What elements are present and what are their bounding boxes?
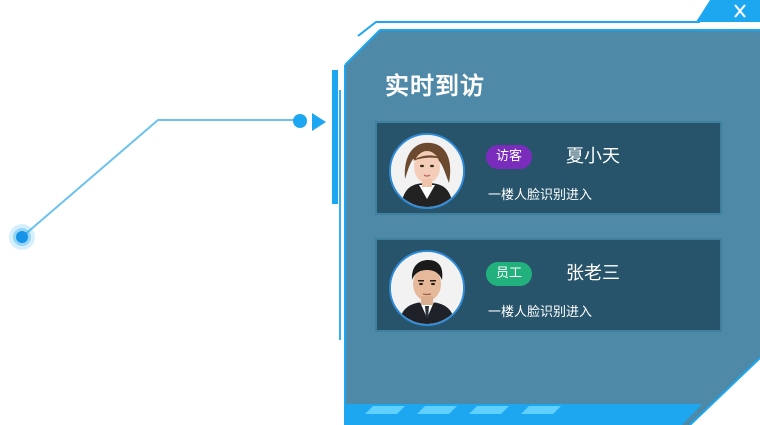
visitor-name: 夏小天 bbox=[566, 146, 620, 167]
connector-end-dot bbox=[293, 114, 307, 128]
left-accent-bar bbox=[332, 70, 338, 204]
avatar bbox=[389, 133, 465, 209]
visit-detail: 一楼人脸识别进入 bbox=[488, 188, 593, 203]
visit-detail: 一楼人脸识别进入 bbox=[488, 305, 593, 320]
visit-card[interactable]: 访客 夏小天 一楼人脸识别进入 bbox=[375, 121, 722, 215]
close-button[interactable] bbox=[728, 1, 752, 21]
connector-line bbox=[21, 119, 300, 238]
visit-card[interactable]: 员工 张老三 一楼人脸识别进入 bbox=[375, 238, 722, 332]
close-icon bbox=[734, 4, 746, 18]
female-portrait-icon bbox=[391, 135, 463, 207]
male-portrait-icon bbox=[391, 252, 463, 324]
visitor-name: 张老三 bbox=[566, 263, 620, 284]
badge-employee: 员工 bbox=[486, 262, 533, 286]
arrow-right-icon bbox=[312, 113, 326, 131]
panel-title: 实时到访 bbox=[385, 72, 485, 100]
connector-origin-dot bbox=[16, 231, 28, 243]
avatar bbox=[389, 250, 465, 326]
badge-visitor: 访客 bbox=[486, 145, 533, 169]
